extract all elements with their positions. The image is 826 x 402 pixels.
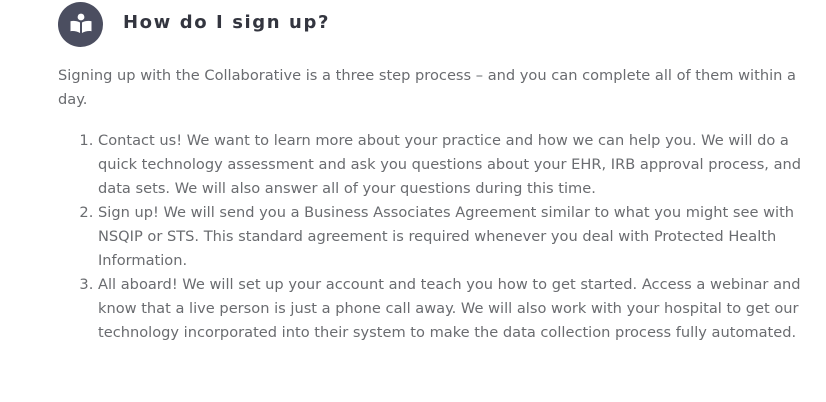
open-book-reader-icon	[58, 1, 103, 47]
faq-section: How do I sign up? Signing up with the Co…	[58, 1, 808, 345]
faq-title: How do I sign up?	[123, 11, 330, 33]
list-item: Contact us! We want to learn more about …	[98, 129, 808, 201]
steps-list: Contact us! We want to learn more about …	[58, 129, 808, 345]
faq-header: How do I sign up?	[58, 1, 808, 47]
list-item: All aboard! We will set up your account …	[98, 273, 808, 345]
list-item: Sign up! We will send you a Business Ass…	[98, 201, 808, 273]
intro-paragraph: Signing up with the Collaborative is a t…	[58, 67, 796, 108]
